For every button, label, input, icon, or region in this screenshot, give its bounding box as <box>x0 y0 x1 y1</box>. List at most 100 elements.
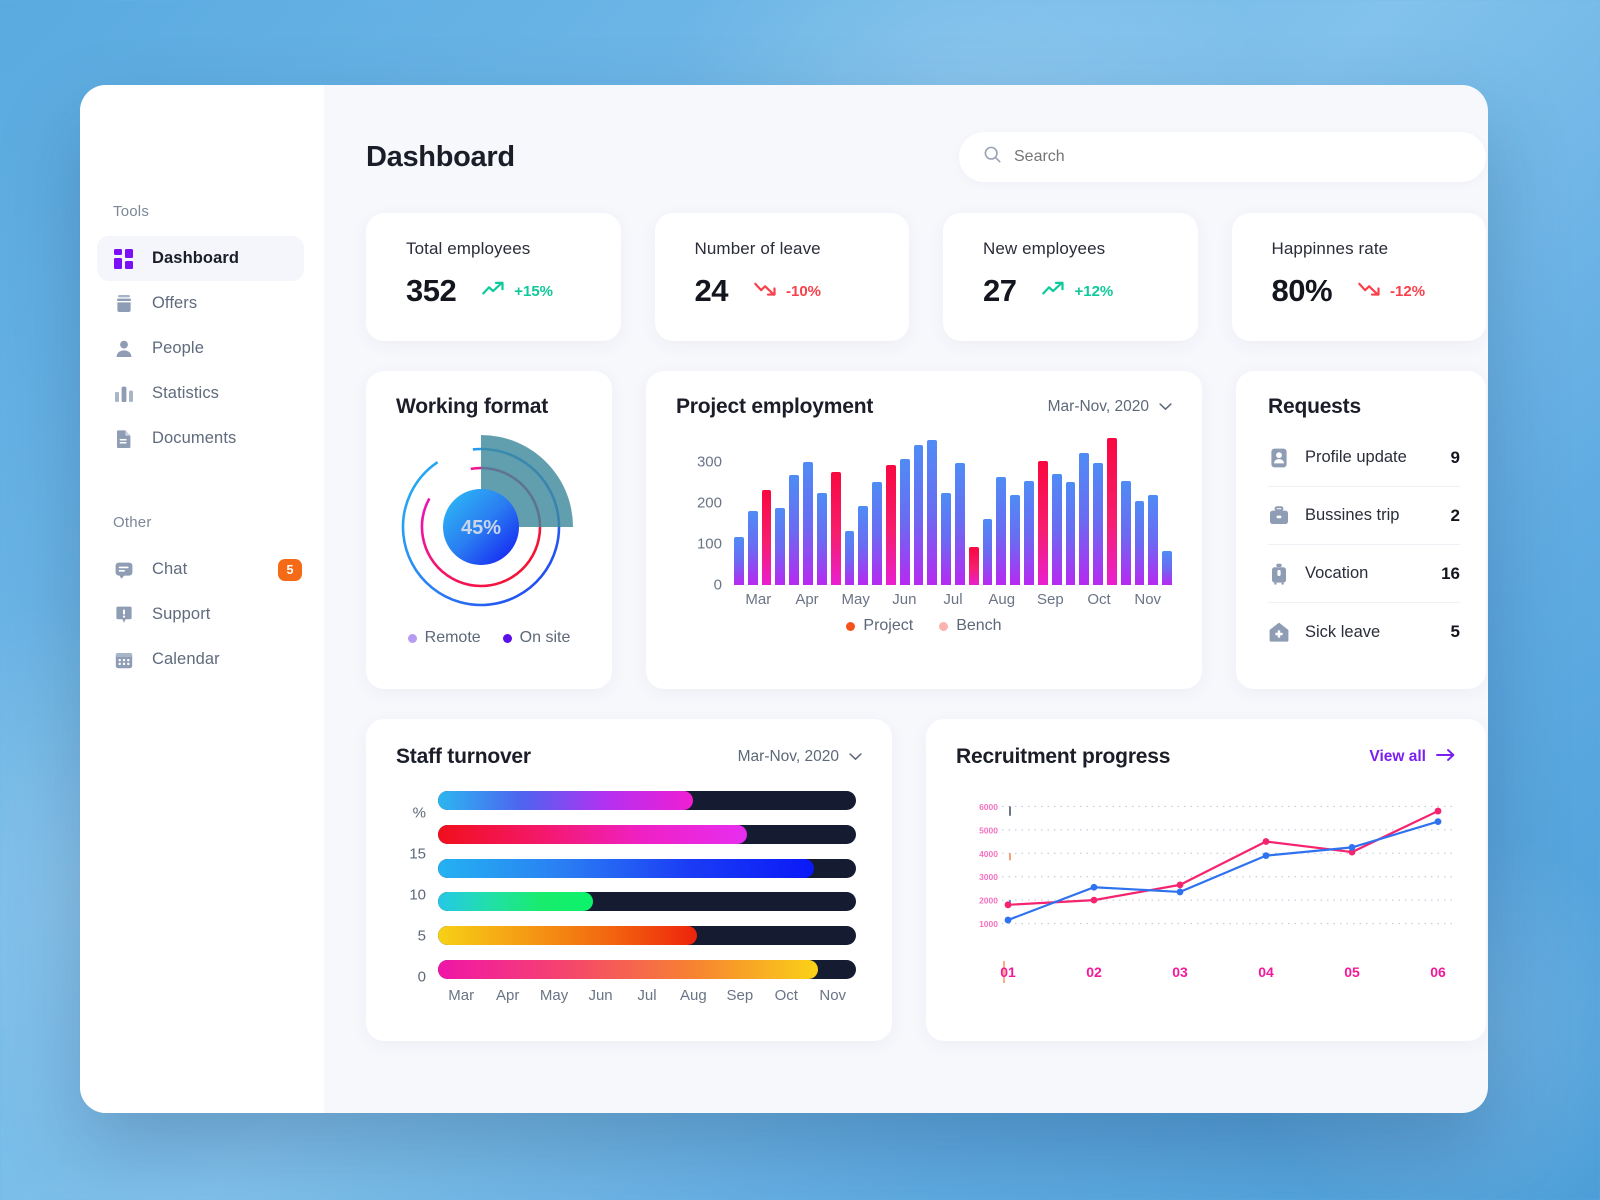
project-employment-legend: Project Bench <box>676 617 1172 635</box>
request-row[interactable]: Profile update 9 <box>1268 429 1460 487</box>
sidebar-item-label: Support <box>152 605 211 623</box>
sidebar-item-statistics[interactable]: Statistics <box>97 371 304 416</box>
legend-label: Bench <box>956 617 1002 634</box>
sidebar-item-calendar[interactable]: Calendar <box>97 637 304 682</box>
x-tick-label: Nov <box>819 987 847 1004</box>
legend-item-remote: Remote <box>407 629 481 647</box>
data-point <box>1262 838 1270 845</box>
request-label: Bussines trip <box>1305 506 1400 524</box>
bar <box>747 511 758 585</box>
requests-card: Requests Profile update 9 Bussines trip 2 Vo… <box>1236 371 1486 689</box>
staff-turnover-range-selector[interactable]: Mar-Nov, 2020 <box>738 748 862 766</box>
legend-dot-icon <box>407 633 417 643</box>
y-tick-label: 5 <box>417 927 426 945</box>
sidebar-item-support[interactable]: Support <box>97 592 304 637</box>
recruitment-progress-card: Recruitment progress View all 6000 5000 40… <box>926 719 1486 1041</box>
request-row[interactable]: Vocation 16 <box>1268 545 1460 603</box>
view-all-label: View all <box>1369 748 1426 765</box>
turnover-bars <box>438 791 856 979</box>
bar <box>816 492 827 585</box>
briefcase-icon <box>1268 505 1290 527</box>
bar <box>830 471 841 585</box>
x-tick-label: Sep <box>726 987 754 1004</box>
turnover-fill <box>438 926 698 946</box>
project-employment-chart: 0 100 200 300 Mar Apr May Jun Jul Aug Sep Oct Nov P… <box>676 433 1172 635</box>
chevron-down-icon <box>1159 398 1172 416</box>
data-point <box>1348 843 1356 851</box>
sidebar-item-offers[interactable]: Offers <box>97 281 304 326</box>
bar <box>1024 481 1034 585</box>
bar <box>913 445 924 585</box>
legend-label: On site <box>519 629 571 646</box>
kpi-delta-label: -12% <box>1390 282 1426 300</box>
trend-up-icon <box>1042 281 1065 301</box>
turnover-fill <box>438 892 593 912</box>
search-bar[interactable] <box>959 132 1486 182</box>
y-tick-label: 4000 <box>979 849 998 859</box>
bar <box>1037 460 1048 585</box>
y-tick-label: 10 <box>409 886 426 904</box>
x-tick-label: 03 <box>1172 964 1188 980</box>
request-row[interactable]: Sick leave 5 <box>1268 603 1460 661</box>
kpi-card-happinnes-rate: Happinnes rate 80% -12% <box>1231 213 1486 341</box>
turnover-fill <box>438 858 815 878</box>
project-y-axis: 0 100 200 300 <box>676 433 722 593</box>
recruitment-line-svg: 6000 5000 4000 3000 2000 1000 01 02 03 04 05 06 <box>979 802 1452 983</box>
request-row[interactable]: Bussines trip 2 <box>1268 487 1460 545</box>
legend-dot-icon <box>939 621 949 631</box>
turnover-track <box>438 892 856 912</box>
sidebar-item-label: Documents <box>152 429 237 447</box>
y-tick-label: 1000 <box>979 919 998 929</box>
sidebar-item-dashboard[interactable]: Dashboard <box>97 236 304 281</box>
project-employment-card: Project employment Mar-Nov, 2020 0 100 200… <box>646 371 1202 689</box>
staff-turnover-card: Staff turnover Mar-Nov, 2020 % 15 10 5 0 Mar… <box>366 719 892 1041</box>
sidebar-item-chat[interactable]: Chat 5 <box>97 547 304 592</box>
calendar-icon <box>113 649 135 671</box>
kpi-title: Number of leave <box>694 239 821 258</box>
sidebar-item-label: Calendar <box>152 650 220 668</box>
data-point <box>1090 896 1098 904</box>
person-icon <box>113 338 135 360</box>
bar <box>844 530 855 585</box>
legend-dot-icon <box>502 633 512 643</box>
bar <box>734 536 744 585</box>
project-employment-range-selector[interactable]: Mar-Nov, 2020 <box>1048 398 1172 416</box>
search-input[interactable] <box>1014 148 1462 166</box>
view-all-button[interactable]: View all <box>1369 748 1456 767</box>
turnover-y-axis: % 15 10 5 0 <box>396 791 426 986</box>
x-tick-label: Aug <box>680 987 707 1004</box>
bar <box>941 492 951 585</box>
project-employment-header: Project employment Mar-Nov, 2020 <box>676 395 1172 419</box>
recruitment-chart: 6000 5000 4000 3000 2000 1000 01 02 03 04 05 06 <box>956 783 1456 1005</box>
grid-icon <box>113 248 135 270</box>
y-tick-label: 0 <box>713 576 722 594</box>
x-tick-label: 01 <box>1000 964 1016 980</box>
turnover-range-label: Mar-Nov, 2020 <box>737 748 839 765</box>
arrow-right-icon <box>1436 748 1456 767</box>
bar <box>1065 482 1076 585</box>
bottom-row: Staff turnover Mar-Nov, 2020 % 15 10 5 0 Mar… <box>366 719 1486 1041</box>
data-point <box>1176 888 1184 896</box>
bar <box>968 547 979 585</box>
staff-turnover-header: Staff turnover Mar-Nov, 2020 <box>396 745 862 769</box>
request-label: Sick leave <box>1305 622 1381 641</box>
sidebar-item-label: Offers <box>152 294 198 312</box>
kpi-value: 352 <box>406 273 457 308</box>
kpi-delta-label: +15% <box>514 282 554 300</box>
legend-dot-icon <box>846 621 856 631</box>
x-tick-label: Apr <box>495 987 520 1004</box>
kpi-card-new-employees: New employees 27 +12% <box>943 213 1198 341</box>
bar <box>858 506 869 585</box>
bar <box>775 507 786 585</box>
sidebar-item-documents[interactable]: Documents <box>97 416 304 461</box>
turnover-track <box>438 959 856 979</box>
top-bar: Dashboard <box>366 129 1486 185</box>
support-alert-icon <box>113 604 135 626</box>
x-tick-label: May <box>841 591 870 608</box>
sidebar-item-people[interactable]: People <box>97 326 304 371</box>
project-x-axis: Mar Apr May Jun Jul Aug Sep Oct Nov <box>734 591 1172 608</box>
data-point <box>1004 916 1012 924</box>
working-format-card: Working format 45% Remote On site <box>366 371 612 689</box>
sidebar-item-label: People <box>152 339 204 357</box>
bar <box>982 519 993 585</box>
